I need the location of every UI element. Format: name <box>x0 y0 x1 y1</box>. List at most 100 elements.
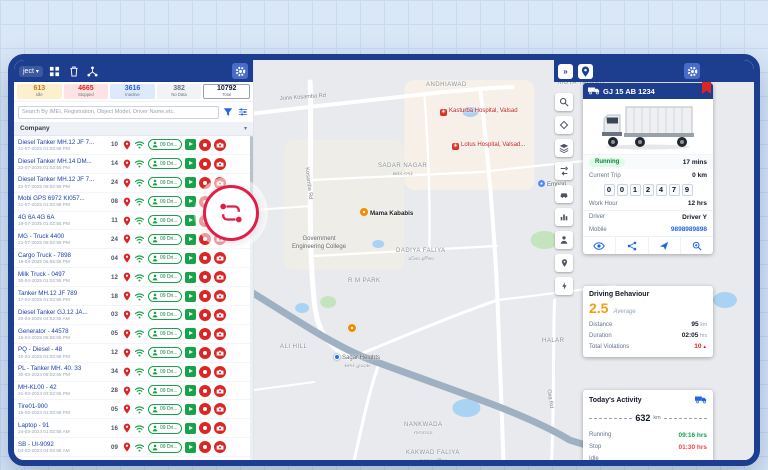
search-icon[interactable] <box>555 93 573 111</box>
driver-pill[interactable]: 09 Dri... <box>148 272 182 283</box>
camera-icon[interactable] <box>214 252 226 264</box>
video-icon[interactable] <box>185 385 196 396</box>
video-icon[interactable] <box>185 215 196 226</box>
location-pin-icon[interactable] <box>123 234 131 244</box>
funnel-icon[interactable] <box>222 106 234 118</box>
alert-icon[interactable] <box>199 233 211 245</box>
alert-icon[interactable] <box>199 177 211 189</box>
driver-pill[interactable]: 09 Dri... <box>148 328 182 339</box>
video-icon[interactable] <box>185 158 196 169</box>
video-icon[interactable] <box>185 423 196 434</box>
vehicle-name[interactable]: Tanker MH.12 JF 789 <box>18 290 106 297</box>
vehicle-row[interactable]: SB - UI-9092 04-03-2024 04:02:55 AM 09 0… <box>14 438 253 457</box>
driver-pill[interactable]: 09 Dri... <box>148 291 182 302</box>
video-icon[interactable] <box>185 253 196 264</box>
vehicle-name[interactable]: Diesel Tanker MH.12 JF 7... <box>18 139 106 146</box>
camera-icon[interactable] <box>214 422 226 434</box>
network-icon[interactable] <box>86 64 100 78</box>
vehicle-name[interactable]: Laptop - 91 <box>18 422 106 429</box>
camera-icon[interactable] <box>214 385 226 397</box>
location-pin-icon[interactable] <box>123 291 131 301</box>
vehicle-name[interactable]: Cargo Truck - 7898 <box>18 252 106 259</box>
vehicle-name[interactable]: PQ - Diesel - 48 <box>18 346 106 353</box>
gear-icon[interactable] <box>232 63 248 79</box>
location-pin-icon[interactable] <box>123 197 131 207</box>
driver-pill[interactable]: 09 Dri... <box>148 215 182 226</box>
video-icon[interactable] <box>185 177 196 188</box>
chart-icon[interactable] <box>555 208 573 226</box>
location-pin-icon[interactable] <box>123 159 131 169</box>
scrollbar[interactable] <box>250 136 253 460</box>
vehicle-row[interactable]: Tanker MH.12 JF 789 17-04-2025 01:02:55 … <box>14 287 253 306</box>
video-icon[interactable] <box>185 139 196 150</box>
vehicle-name[interactable]: Tire01-900 <box>18 403 106 410</box>
vehicle-row[interactable]: Diesel Tanker GJ.12 JA... 20-04-2025 04:… <box>14 306 253 325</box>
send-icon[interactable] <box>648 237 681 254</box>
alert-icon[interactable] <box>199 422 211 434</box>
zoom-in-icon[interactable] <box>680 237 713 254</box>
video-icon[interactable] <box>185 366 196 377</box>
video-icon[interactable] <box>185 404 196 415</box>
vehicle-name[interactable]: MG - Truck 4400 <box>18 233 106 240</box>
location-pin-icon[interactable] <box>123 178 131 188</box>
alert-icon[interactable] <box>199 441 211 453</box>
driver-pill[interactable]: 09 Dri... <box>148 404 182 415</box>
driver-pill[interactable]: 09 Dri... <box>148 309 182 320</box>
route-icon[interactable] <box>555 162 573 180</box>
compass-icon[interactable] <box>555 116 573 134</box>
location-pin-icon[interactable] <box>123 140 131 150</box>
alert-icon[interactable] <box>199 347 211 359</box>
location-pin-icon[interactable] <box>123 423 131 433</box>
vehicle-name[interactable]: Generator - 44578 <box>18 328 106 335</box>
vehicle-name[interactable]: SB - UI-9092 <box>18 441 106 448</box>
vehicle-row[interactable]: Milk Truck - 0497 30-04-2025 01:02:55 PM… <box>14 268 253 287</box>
vehicle-name[interactable]: PL - Tanker MH. 40. 33 <box>18 365 106 372</box>
driver-pill[interactable]: 09 Dri... <box>148 366 182 377</box>
video-icon[interactable] <box>185 196 196 207</box>
vehicle-row[interactable]: PL - Tanker MH. 40. 33 30-03-2024 09:02:… <box>14 363 253 382</box>
camera-icon[interactable] <box>214 347 226 359</box>
video-icon[interactable] <box>185 442 196 453</box>
location-pin-icon[interactable] <box>123 348 131 358</box>
vehicle-row[interactable]: MH-KL00 - 42 21-03-2024 03:02:55 PM 28 0… <box>14 382 253 401</box>
group-header-company[interactable]: Company ▾ <box>14 122 253 136</box>
location-pin-icon[interactable] <box>123 386 131 396</box>
vehicle-name[interactable]: Diesel Tanker GJ.12 JA... <box>18 309 106 316</box>
vehicle-name[interactable]: Milk Truck - 0497 <box>18 271 106 278</box>
vehicle-name[interactable]: 4G 6A 4G 6A <box>18 214 106 221</box>
eye-icon[interactable] <box>583 237 615 254</box>
layers-icon[interactable] <box>555 139 573 157</box>
vehicle-name[interactable]: MH-KL00 - 42 <box>18 384 106 391</box>
video-icon[interactable] <box>185 272 196 283</box>
search-input[interactable] <box>18 106 219 119</box>
alert-icon[interactable] <box>199 385 211 397</box>
vehicle-name[interactable]: Mobi GPS 6972 KI057... <box>18 195 106 202</box>
location-pin-icon[interactable] <box>123 253 131 263</box>
driver-pill[interactable]: 09 Dri... <box>148 385 182 396</box>
driver-pill[interactable]: 09 Dri... <box>148 347 182 358</box>
driver-pill[interactable]: 09 Dri... <box>148 139 182 150</box>
alert-icon[interactable] <box>199 328 211 340</box>
vehicle-row[interactable]: Cargo Truck - 7898 15-04-2025 06:55:55 P… <box>14 249 253 268</box>
camera-icon[interactable] <box>214 309 226 321</box>
pin-icon[interactable] <box>555 254 573 272</box>
feature-highlight[interactable] <box>203 185 259 241</box>
alert-icon[interactable] <box>199 290 211 302</box>
video-icon[interactable] <box>185 234 196 245</box>
alert-icon[interactable] <box>199 158 211 170</box>
driver-pill[interactable]: 09 Dri... <box>148 442 182 453</box>
share-icon[interactable] <box>615 237 648 254</box>
camera-icon[interactable] <box>214 271 226 283</box>
vehicle-row[interactable]: Generator - 44578 15-04-2025 06:55:55 PM… <box>14 325 253 344</box>
driver-pill[interactable]: 09 Dri... <box>148 253 182 264</box>
video-icon[interactable] <box>185 309 196 320</box>
video-icon[interactable] <box>185 328 196 339</box>
alert-icon[interactable] <box>199 139 211 151</box>
trash-icon[interactable] <box>67 64 81 78</box>
driver-pill[interactable]: 09 Dri... <box>148 158 182 169</box>
location-pin-icon[interactable] <box>123 329 131 339</box>
car-icon[interactable] <box>555 185 573 203</box>
camera-icon[interactable] <box>214 403 226 415</box>
driver-pill[interactable]: 09 Dri... <box>148 177 182 188</box>
location-pin-icon[interactable] <box>123 404 131 414</box>
